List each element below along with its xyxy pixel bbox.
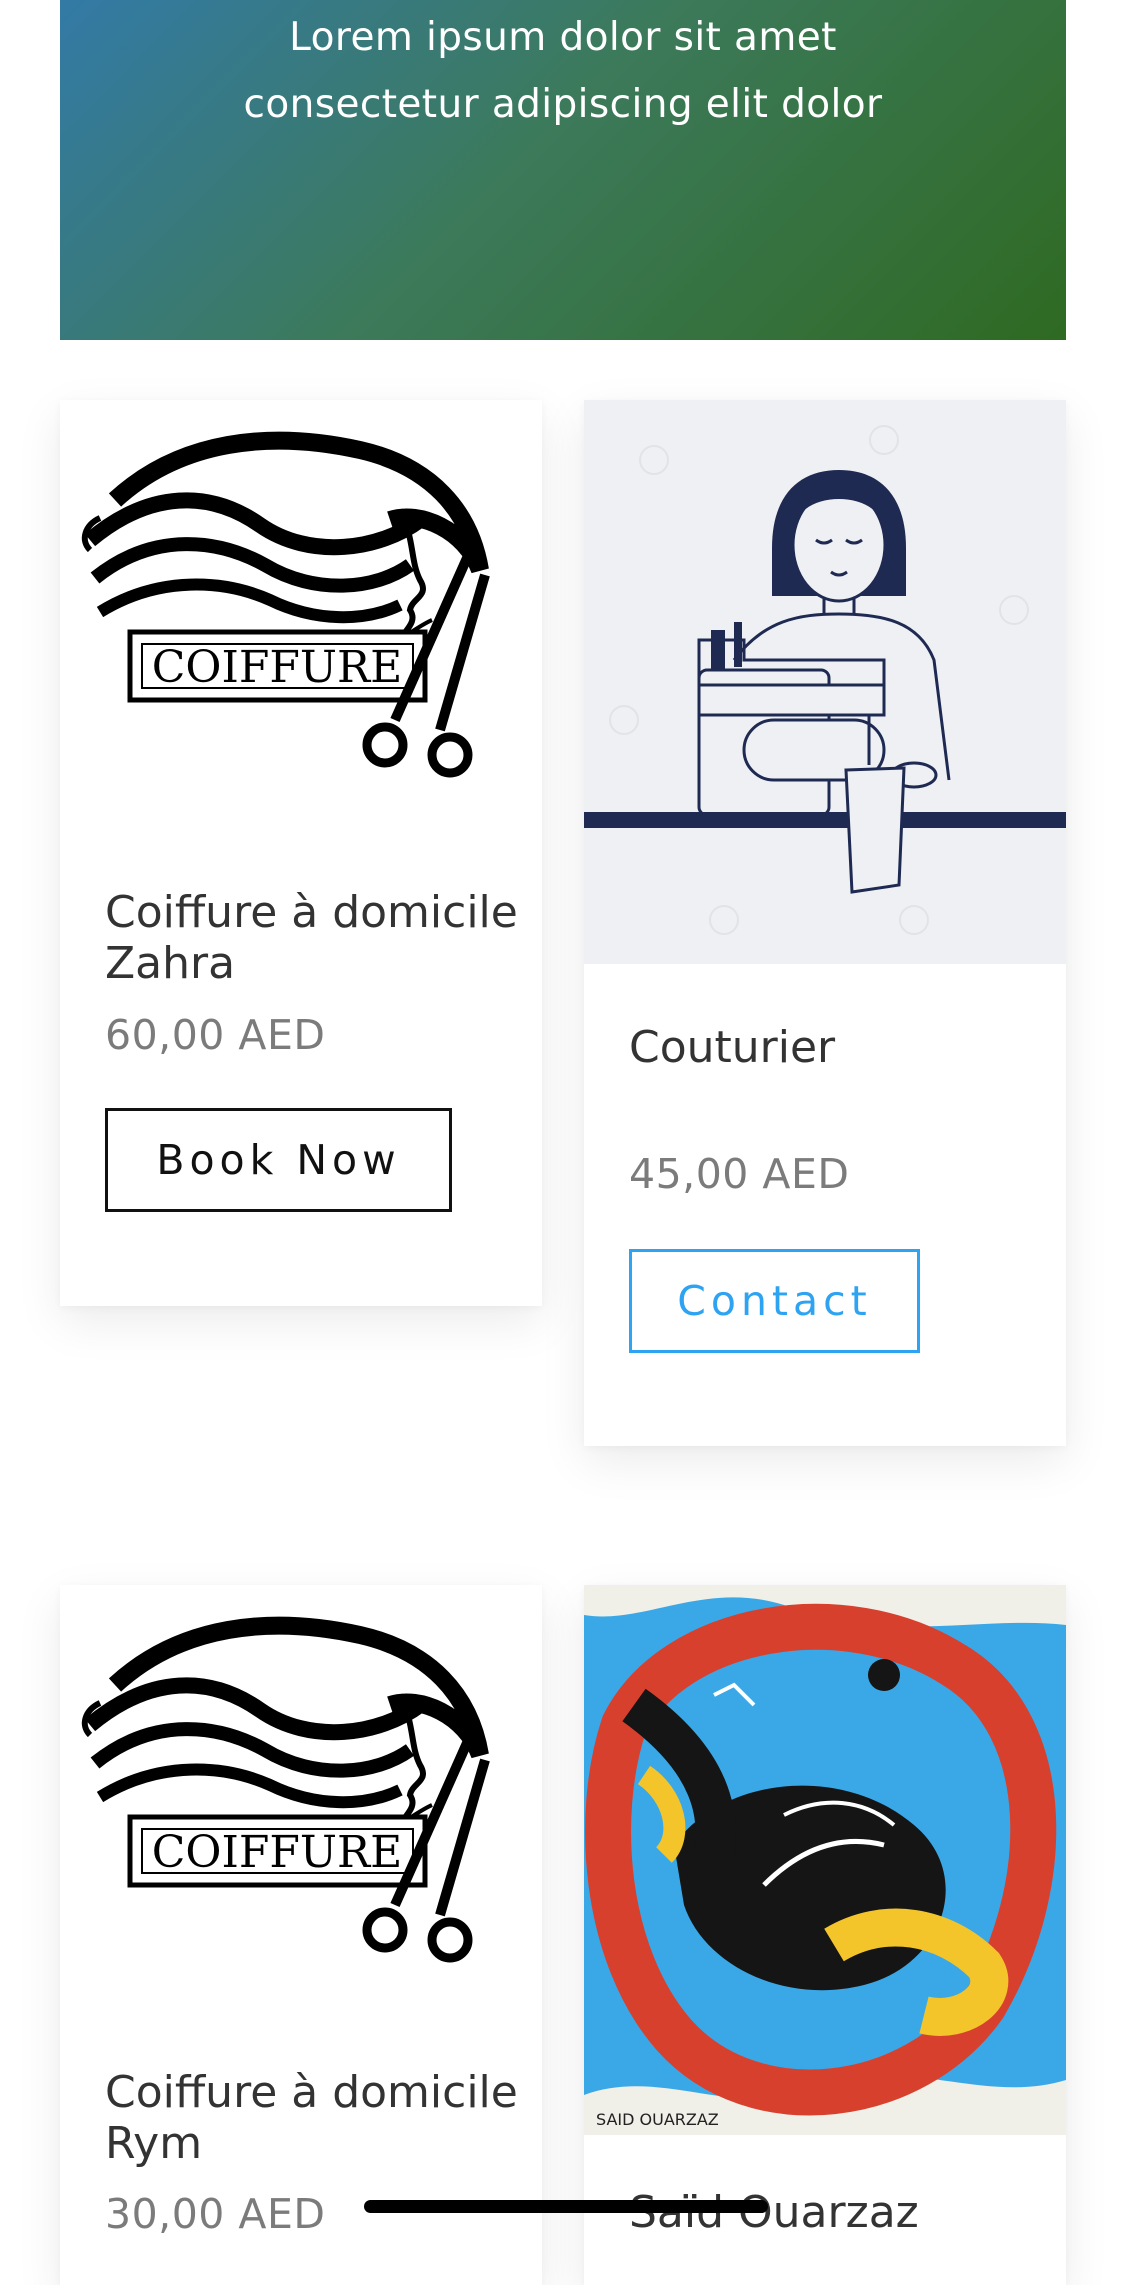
hero-line-2: consectetur adipiscing elit dolor — [243, 82, 883, 127]
product-card-coiffure-rym[interactable]: COIFFURE Coiffure à domicile Rym 30,00 A… — [60, 1585, 542, 2285]
home-indicator[interactable] — [364, 2200, 768, 2213]
hero-text: Lorem ipsum dolor sit amet consectetur a… — [60, 4, 1066, 138]
hero-line-1: Lorem ipsum dolor sit amet — [289, 15, 837, 60]
couturier-image[interactable] — [584, 400, 1066, 964]
coiffure-logo-image[interactable]: COIFFURE — [60, 1585, 542, 2015]
product-title[interactable]: Couturier — [629, 1022, 1049, 1073]
coiffure-logo-image[interactable]: COIFFURE — [60, 400, 542, 830]
product-price: 45,00 AED — [629, 1150, 850, 1198]
product-card-said-ouarzaz[interactable]: SAID OUARZAZ Saïd Ouarzaz — [584, 1585, 1066, 2285]
hero-banner: Lorem ipsum dolor sit amet consectetur a… — [60, 0, 1066, 340]
product-price: 30,00 AED — [105, 2190, 326, 2238]
contact-button[interactable]: Contact — [629, 1249, 920, 1353]
product-title[interactable]: Coiffure à domicile Rym — [105, 2067, 525, 2169]
product-card-coiffure-zahra[interactable]: COIFFURE Coiffure à domicile Zahra 60,00… — [60, 400, 542, 1306]
product-card-couturier[interactable]: Couturier 45,00 AED Contact — [584, 400, 1066, 1446]
coiffure-label: COIFFURE — [152, 1827, 403, 1878]
sewing-machine-illustration-icon — [584, 425, 1066, 935]
painting-signature: SAID OUARZAZ — [596, 2110, 719, 2129]
abstract-painting-image[interactable]: SAID OUARZAZ — [584, 1585, 1066, 2135]
abstract-painting-icon: SAID OUARZAZ — [584, 1585, 1066, 2135]
coiffure-label: COIFFURE — [152, 642, 403, 693]
product-price: 60,00 AED — [105, 1011, 326, 1059]
coiffure-logo-icon: COIFFURE — [81, 1616, 490, 1963]
product-title[interactable]: Coiffure à domicile Zahra — [105, 887, 525, 989]
book-now-button[interactable]: Book Now — [105, 1108, 452, 1212]
coiffure-logo-icon: COIFFURE — [81, 431, 490, 778]
